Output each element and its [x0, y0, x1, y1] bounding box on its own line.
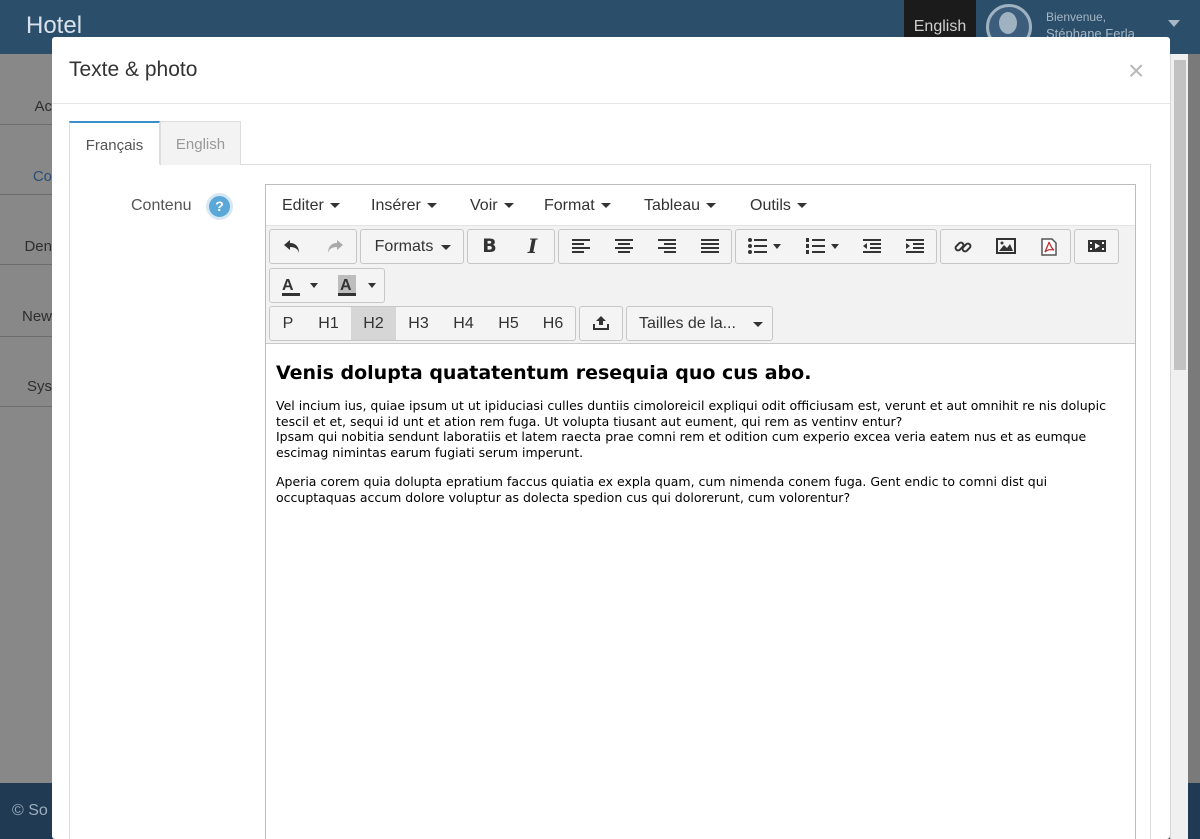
sidebar-item[interactable]: New	[0, 308, 52, 325]
format-h2-button[interactable]: H2	[351, 307, 396, 340]
modal-header: Texte & photo ×	[52, 37, 1170, 104]
footer-text: © So	[12, 802, 48, 819]
format-p-button[interactable]: P	[270, 307, 306, 340]
menu-outils[interactable]: Outils	[750, 197, 807, 215]
app-title[interactable]: Hotel	[26, 12, 82, 40]
content-field-label: Contenu	[131, 197, 192, 214]
color-group: A A	[269, 268, 385, 303]
chevron-down-icon[interactable]	[1168, 20, 1180, 27]
numbered-list-icon[interactable]	[794, 230, 850, 263]
bold-icon[interactable]: B	[468, 230, 511, 263]
insert-group	[940, 229, 1071, 264]
format-h5-button[interactable]: H5	[486, 307, 531, 340]
media-icon[interactable]	[1075, 230, 1118, 263]
align-right-icon[interactable]	[645, 230, 688, 263]
content-paragraph: Vel incium ius, quiae ipsum ut ut ipiduc…	[276, 398, 1106, 460]
editor-content[interactable]: Venis dolupta quatatentum resequia quo c…	[266, 344, 1135, 839]
list-indent-group	[735, 229, 937, 264]
history-group	[269, 229, 357, 264]
redo-icon[interactable]	[313, 230, 356, 263]
close-icon[interactable]: ×	[1128, 57, 1144, 85]
menu-tableau[interactable]: Tableau	[644, 197, 717, 215]
align-justify-icon[interactable]	[688, 230, 731, 263]
undo-icon[interactable]	[270, 230, 313, 263]
tab-english[interactable]: English	[160, 121, 241, 165]
media-group	[1074, 229, 1119, 264]
formats-label[interactable]: Formats	[361, 230, 447, 263]
text-style-group: B I	[467, 229, 555, 264]
font-size-label[interactable]: Tailles de la...	[639, 307, 751, 340]
modal-title: Texte & photo	[69, 58, 198, 81]
bullet-list-icon[interactable]	[736, 230, 792, 263]
italic-icon[interactable]: I	[511, 230, 554, 263]
outdent-icon[interactable]	[850, 230, 893, 263]
content-paragraph: Aperia corem quia dolupta epratium faccu…	[276, 474, 1048, 505]
sidebar-item[interactable]: Co	[0, 168, 52, 185]
help-icon[interactable]: ?	[206, 193, 233, 220]
editor-menubar: Editer Insérer Voir Format Tableau Outil…	[266, 185, 1135, 226]
font-size-dropdown[interactable]: Tailles de la...	[626, 306, 773, 341]
editor-toolbar: Formats B I A A P H1 H2 H3 H4 H5 H6 Tail…	[266, 226, 1135, 344]
menu-inserer[interactable]: Insérer	[371, 197, 437, 215]
format-h1-button[interactable]: H1	[306, 307, 351, 340]
menu-voir[interactable]: Voir	[470, 197, 514, 215]
pdf-icon[interactable]	[1027, 230, 1070, 263]
rich-text-editor: Editer Insérer Voir Format Tableau Outil…	[265, 184, 1136, 839]
scrollbar-thumb[interactable]	[1174, 60, 1186, 370]
sidebar: Ac Co Den New Sys	[0, 54, 52, 799]
text-color-button[interactable]: A	[270, 269, 326, 302]
menu-editer[interactable]: Editer	[282, 197, 340, 215]
block-format-group: P H1 H2 H3 H4 H5 H6	[269, 306, 576, 341]
align-left-icon[interactable]	[559, 230, 602, 263]
format-h4-button[interactable]: H4	[441, 307, 486, 340]
sidebar-item[interactable]: Ac	[0, 98, 52, 115]
sidebar-item[interactable]: Sys	[0, 378, 52, 395]
upload-icon[interactable]	[580, 307, 622, 340]
format-h6-button[interactable]: H6	[531, 307, 575, 340]
tab-francais[interactable]: Français	[69, 121, 160, 165]
indent-icon[interactable]	[893, 230, 936, 263]
background-color-button[interactable]: A	[328, 269, 384, 302]
user-welcome: Bienvenue,	[1046, 10, 1107, 24]
format-h3-button[interactable]: H3	[396, 307, 441, 340]
alignment-group	[558, 229, 732, 264]
upload-group	[579, 306, 623, 341]
align-center-icon[interactable]	[602, 230, 645, 263]
link-icon[interactable]	[941, 230, 984, 263]
page-scrollbar[interactable]	[1170, 54, 1188, 839]
content-heading: Venis dolupta quatatentum resequia quo c…	[276, 362, 812, 384]
modal-dialog: Texte & photo × Français English Contenu…	[52, 37, 1170, 839]
formats-dropdown[interactable]: Formats	[360, 229, 464, 264]
language-tabs: Français English	[69, 121, 1151, 165]
image-icon[interactable]	[984, 230, 1027, 263]
sidebar-item[interactable]: Den	[0, 238, 52, 255]
menu-format[interactable]: Format	[544, 197, 611, 215]
